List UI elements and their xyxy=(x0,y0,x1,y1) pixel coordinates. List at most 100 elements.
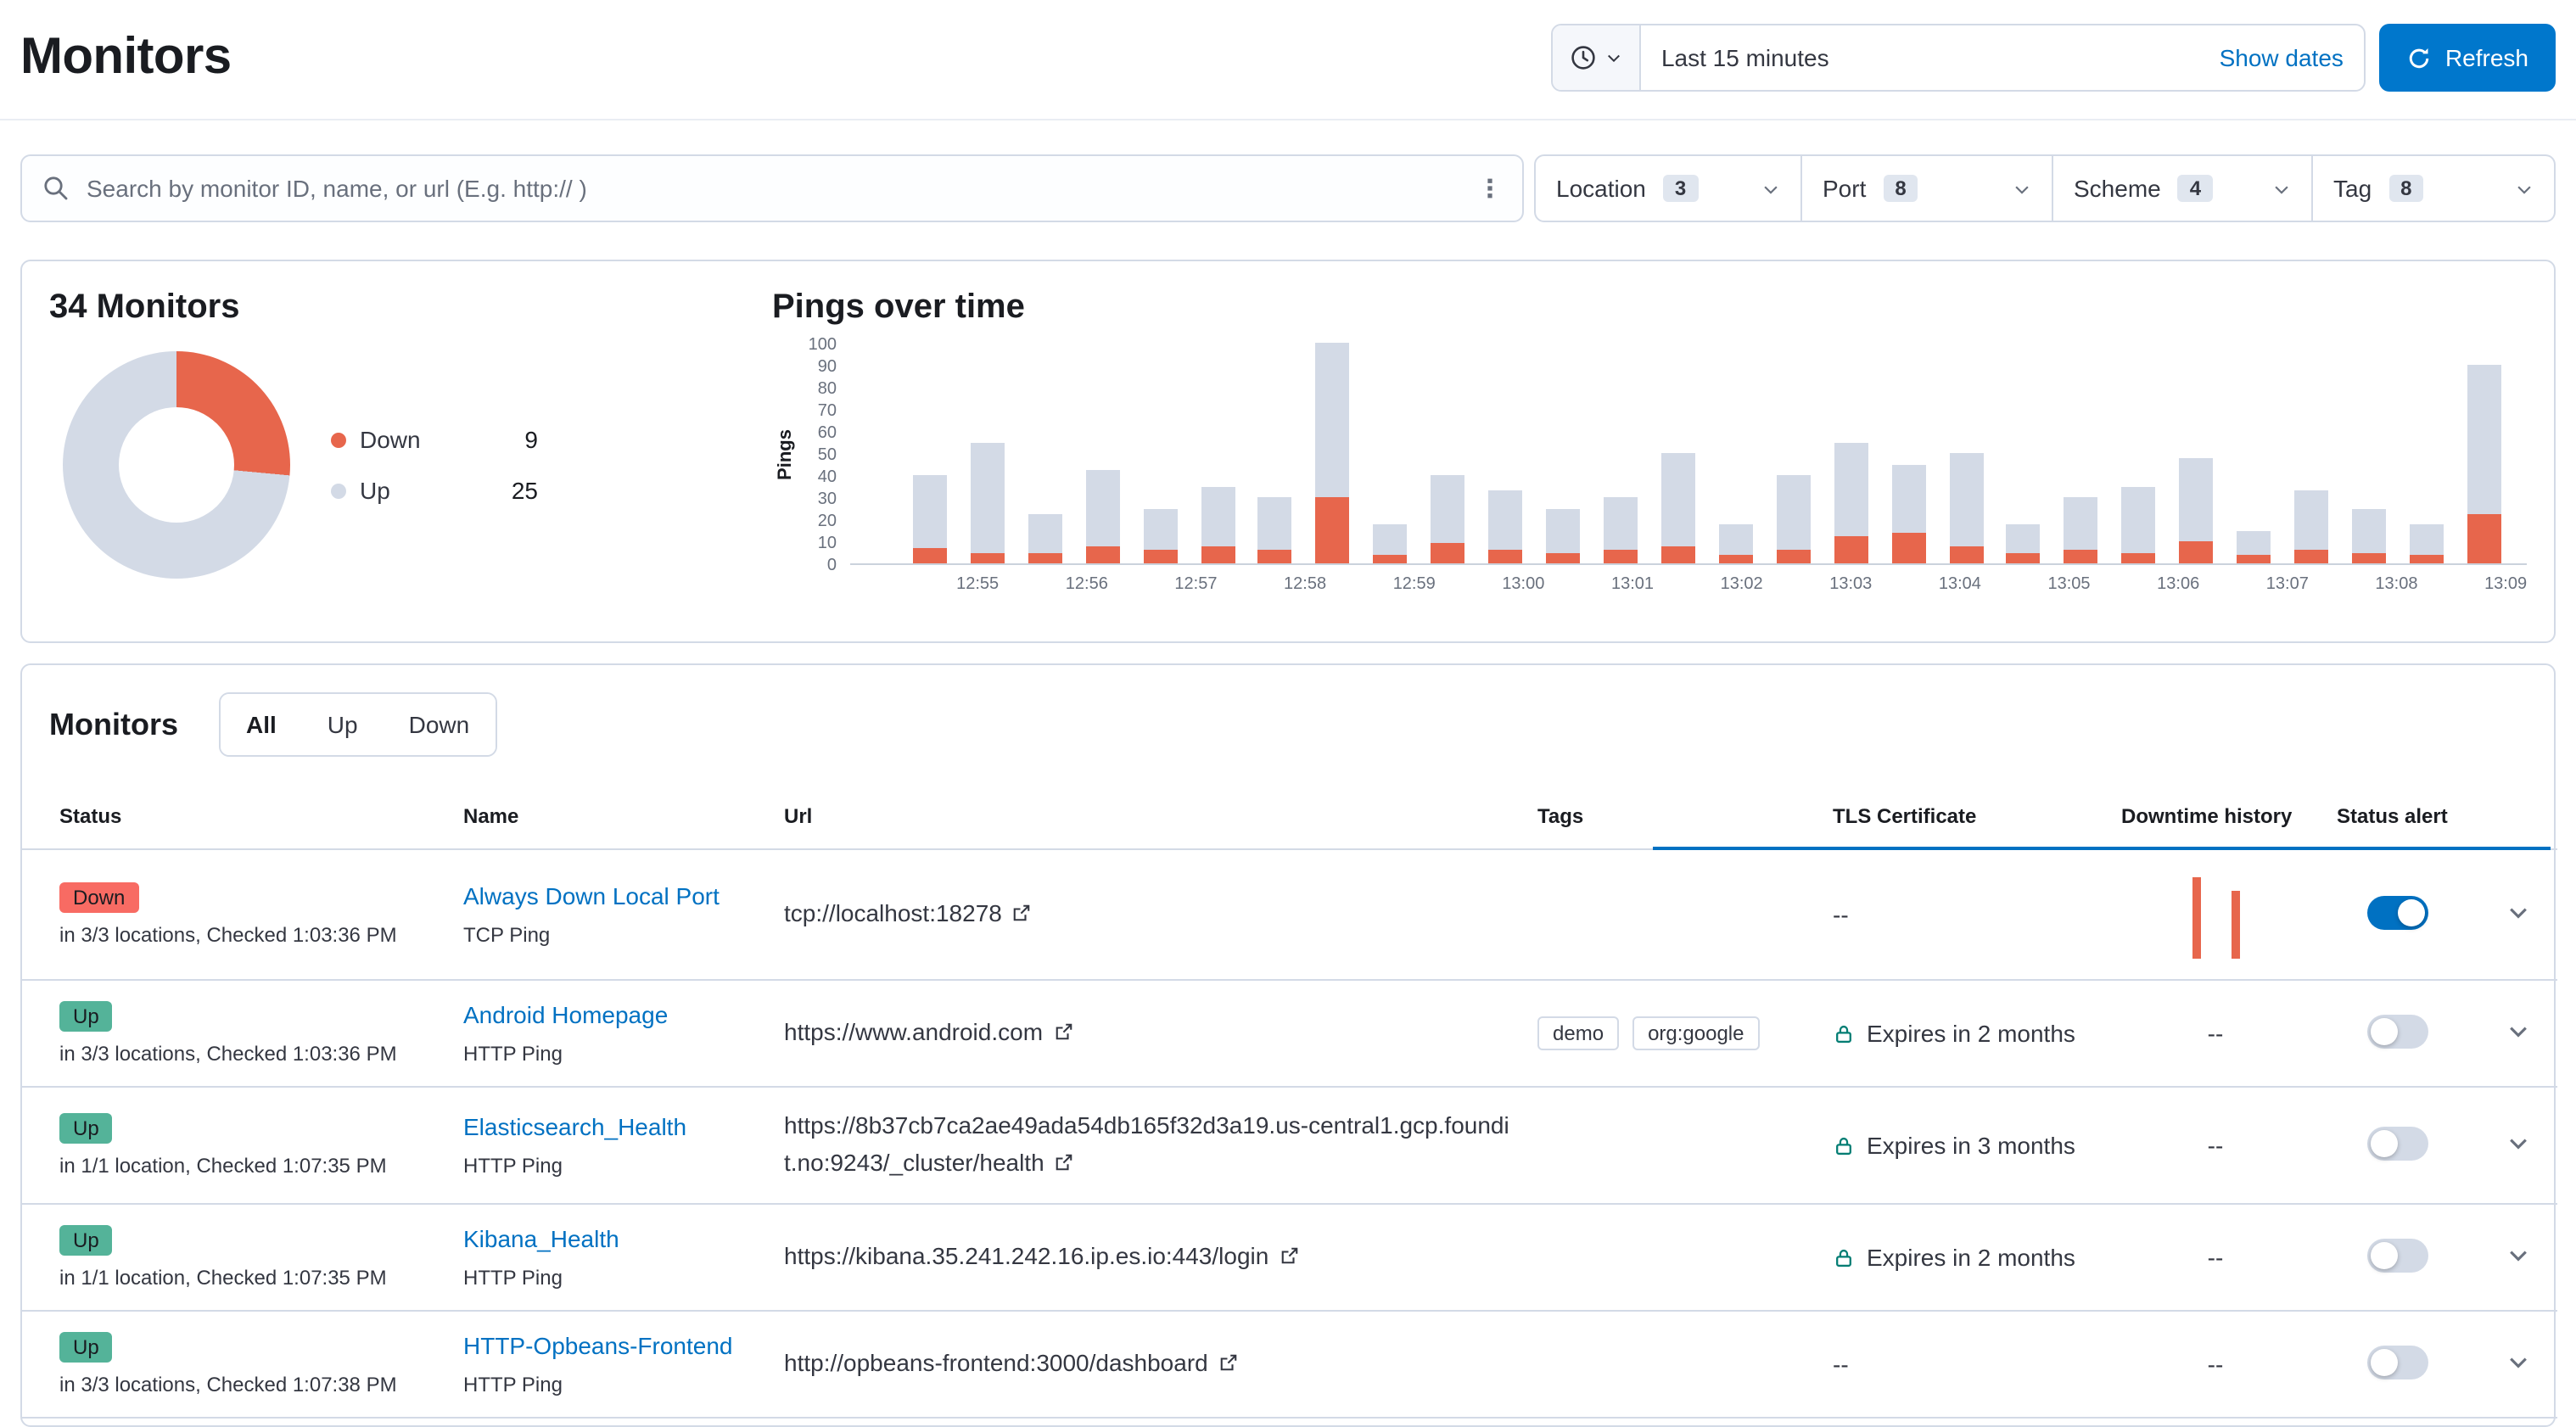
pings-bar xyxy=(913,475,947,563)
pings-bar xyxy=(1258,497,1292,563)
pings-bar xyxy=(2294,490,2328,563)
ping-type-label: HTTP Ping xyxy=(463,1154,757,1178)
y-tick-label: 70 xyxy=(818,402,837,421)
monitor-name-link[interactable]: HTTP-Opbeans-Frontend xyxy=(463,1333,732,1360)
expand-row-chevron-icon[interactable] xyxy=(2506,1351,2529,1379)
y-tick-label: 10 xyxy=(818,534,837,553)
url-cell: https://8b37cb7ca2ae49ada54db165f32d3a19… xyxy=(770,1087,1524,1205)
pings-bar xyxy=(1604,497,1638,563)
pings-bar xyxy=(971,442,1005,563)
expand-row-chevron-icon[interactable] xyxy=(2506,900,2529,929)
y-tick-label: 40 xyxy=(818,468,837,487)
legend-item[interactable]: Down9 xyxy=(331,426,538,453)
status-alert-toggle[interactable] xyxy=(2367,1126,2428,1160)
monitor-list-title: Monitors xyxy=(49,707,178,742)
external-link-icon[interactable] xyxy=(1218,1347,1239,1384)
legend-dot xyxy=(331,483,346,498)
pings-bar xyxy=(2179,457,2213,563)
checked-text: in 3/3 locations, Checked 1:07:38 PM xyxy=(59,1374,436,1397)
table-accent-line xyxy=(1653,847,2551,850)
expand-row-chevron-icon[interactable] xyxy=(2506,1131,2529,1160)
y-tick-label: 50 xyxy=(818,446,837,465)
x-tick-label: 12:56 xyxy=(1066,575,1108,594)
tab-down[interactable]: Down xyxy=(384,694,496,755)
legend-value: 25 xyxy=(512,477,538,504)
x-tick-label: 12:57 xyxy=(1174,575,1217,594)
show-dates-link[interactable]: Show dates xyxy=(2220,44,2344,71)
downtime-history-cell: -- xyxy=(2108,1087,2323,1205)
x-tick-label: 13:00 xyxy=(1502,575,1544,594)
external-link-icon[interactable] xyxy=(1053,1016,1073,1052)
expand-row-chevron-icon[interactable] xyxy=(2506,1244,2529,1273)
status-alert-toggle[interactable] xyxy=(2367,1346,2428,1379)
toggle-knob xyxy=(2371,1017,2398,1044)
plot-area: 12:5512:5612:5712:5812:5913:0013:0113:02… xyxy=(850,344,2527,565)
status-filter-tabs: All Up Down xyxy=(219,692,496,757)
pings-bar xyxy=(1374,523,1408,563)
monitor-url: https://kibana.35.241.242.16.ip.es.io:44… xyxy=(784,1242,1268,1269)
expand-row-chevron-icon[interactable] xyxy=(2506,1019,2529,1048)
pings-bar xyxy=(1661,453,1695,563)
downtime-history-cell: -- xyxy=(2108,980,2323,1087)
tab-up[interactable]: Up xyxy=(302,694,384,755)
pings-bar xyxy=(1546,508,1580,563)
tag-badge[interactable]: org:google xyxy=(1632,1016,1759,1050)
refresh-button[interactable]: Refresh xyxy=(2379,24,2556,92)
status-alert-toggle[interactable] xyxy=(2367,1014,2428,1048)
status-cell: Up in 1/1 location, Checked 1:07:35 PM xyxy=(22,1087,450,1205)
filter-location[interactable]: Location 3 xyxy=(1534,154,1802,222)
external-link-icon[interactable] xyxy=(1279,1240,1299,1277)
chevron-down-icon xyxy=(2515,179,2534,198)
search-box xyxy=(20,154,1524,222)
tls-cell: -- xyxy=(1819,1312,2108,1419)
tags-cell: demo org:google xyxy=(1524,980,1819,1087)
pings-bar xyxy=(1316,343,1350,563)
filter-count-badge: 3 xyxy=(1663,175,1698,202)
filter-count-badge: 8 xyxy=(2388,175,2423,202)
name-cell: Always Down Local Port TCP Ping xyxy=(450,849,770,980)
status-badge: Up xyxy=(59,1333,113,1363)
x-tick-label: 12:59 xyxy=(1393,575,1436,594)
status-alert-cell xyxy=(2323,1087,2478,1205)
pings-bar xyxy=(2410,523,2444,563)
y-tick-label: 0 xyxy=(827,557,837,575)
uptime-monitors-page: Monitors Last 15 minutes Show dates xyxy=(0,0,2576,1405)
page-header: Monitors Last 15 minutes Show dates xyxy=(0,0,2576,120)
pings-bar xyxy=(1834,442,1868,563)
tags-cell xyxy=(1524,1205,1819,1312)
tab-all[interactable]: All xyxy=(221,694,302,755)
filter-port[interactable]: Port 8 xyxy=(1802,154,2053,222)
x-tick-label: 13:04 xyxy=(1939,575,1981,594)
status-alert-toggle[interactable] xyxy=(2367,895,2428,929)
filter-label: Tag xyxy=(2333,175,2372,202)
table-row: Up in 1/1 location, Checked 1:07:35 PM E… xyxy=(22,1087,2557,1205)
monitor-name-link[interactable]: Elasticsearch_Health xyxy=(463,1113,686,1140)
chevron-down-icon xyxy=(1605,49,1622,66)
external-link-icon[interactable] xyxy=(1055,1146,1075,1183)
monitor-url: https://8b37cb7ca2ae49ada54db165f32d3a19… xyxy=(784,1111,1509,1175)
monitor-name-link[interactable]: Android Homepage xyxy=(463,1001,668,1028)
search-input[interactable] xyxy=(87,175,1461,202)
filter-scheme[interactable]: Scheme 4 xyxy=(2053,154,2313,222)
status-cell: Down in 3/3 locations, Checked 1:03:36 P… xyxy=(22,849,450,980)
x-tick-label: 12:58 xyxy=(1284,575,1326,594)
downtime-history-cell: -- xyxy=(2108,1205,2323,1312)
tag-badge[interactable]: demo xyxy=(1537,1016,1619,1050)
col-downtime: Downtime history xyxy=(2108,784,2323,849)
status-alert-toggle[interactable] xyxy=(2367,1239,2428,1273)
pings-bar xyxy=(2237,530,2271,563)
col-status: Status xyxy=(22,784,450,849)
boxes-vertical-icon[interactable] xyxy=(1478,176,1502,200)
x-tick-label: 12:55 xyxy=(956,575,999,594)
monitors-table-body: Down in 3/3 locations, Checked 1:03:36 P… xyxy=(22,849,2557,1419)
external-link-icon[interactable] xyxy=(1012,897,1033,933)
pings-bar xyxy=(1028,515,1062,563)
filter-tag[interactable]: Tag 8 xyxy=(2313,154,2556,222)
monitor-name-link[interactable]: Kibana_Health xyxy=(463,1226,619,1253)
monitor-name-link[interactable]: Always Down Local Port xyxy=(463,882,720,909)
legend-item[interactable]: Up25 xyxy=(331,477,538,504)
monitors-count-title: 34 Monitors xyxy=(49,288,762,327)
y-tick-label: 90 xyxy=(818,358,837,377)
date-range-display[interactable]: Last 15 minutes Show dates xyxy=(1641,25,2364,90)
quick-select-button[interactable] xyxy=(1553,25,1641,90)
